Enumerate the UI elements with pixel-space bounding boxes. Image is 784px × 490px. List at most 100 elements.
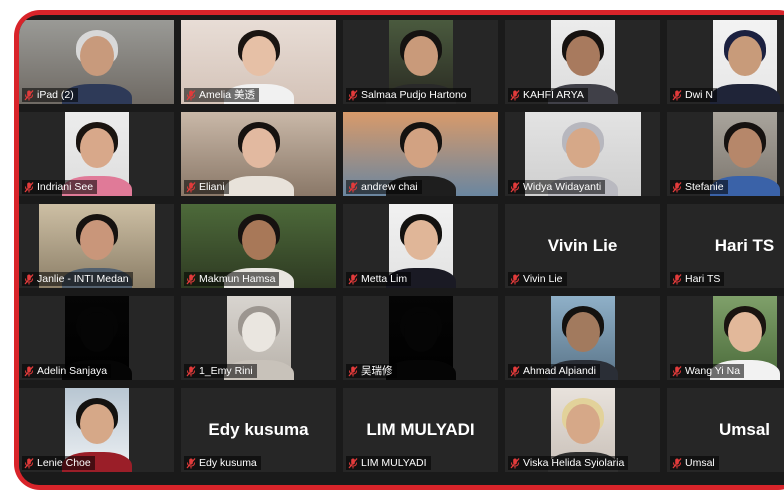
participant-name-label: andrew chai [346, 180, 422, 194]
mic-muted-icon [24, 273, 34, 285]
participant-tile[interactable]: Wang Yi Na [667, 296, 784, 380]
mic-muted-icon [186, 89, 196, 101]
participant-face [728, 128, 762, 168]
participant-tile[interactable]: Ahmad Alpiandi [505, 296, 660, 380]
participant-tile[interactable]: Amelia 美透 [181, 20, 336, 104]
mic-muted-icon [348, 89, 358, 101]
participant-display-name: Edy kusuma [208, 420, 309, 439]
participant-tile[interactable]: Widya Widayanti [505, 112, 660, 196]
participant-face [566, 128, 600, 168]
participant-name: Indriani See [37, 181, 94, 193]
mic-muted-icon [24, 365, 34, 377]
participant-name: Umsal [685, 457, 715, 469]
participant-name-label: Wang Yi Na [670, 364, 745, 378]
participant-tile[interactable]: Salmaa Pudjo Hartono [343, 20, 498, 104]
participant-display-name: Hari TS [714, 236, 775, 255]
mic-muted-icon [348, 273, 358, 285]
participant-tile[interactable]: Viska Helida Syiolaria [505, 388, 660, 472]
participant-face [728, 36, 762, 76]
participant-name-label: Stefanie [670, 180, 728, 194]
participant-face [241, 220, 276, 260]
participant-name-label: Indriani See [22, 180, 98, 194]
participant-name: Hari TS [685, 273, 721, 285]
mic-muted-icon [186, 273, 196, 285]
participant-name: Salmaa Pudjo Hartono [361, 89, 467, 101]
participant-name-label: LIM MULYADI [346, 456, 431, 470]
participant-face [404, 312, 438, 352]
participant-name-label: KAHFI ARYA [508, 88, 588, 102]
participant-name: Wang Yi Na [685, 365, 741, 377]
participant-face [80, 404, 114, 444]
participant-face [80, 312, 114, 352]
mic-muted-icon [672, 273, 682, 285]
participant-name: Viska Helida Syiolaria [523, 457, 625, 469]
participant-face [403, 128, 438, 168]
participant-name: Adelin Sanjaya [37, 365, 108, 377]
participant-name: Eliani [199, 181, 225, 193]
participant-tile[interactable]: Hari TS Hari TS [667, 204, 784, 288]
participant-face [241, 128, 276, 168]
mic-muted-icon [348, 181, 358, 193]
participant-name-label: Edy kusuma [184, 456, 261, 470]
participant-video [710, 20, 780, 104]
participant-name-label: Metta Lim [346, 272, 412, 286]
participant-tile[interactable]: 吴瑞修 [343, 296, 498, 380]
participant-tile[interactable]: Eliani [181, 112, 336, 196]
participant-name-label: Salmaa Pudjo Hartono [346, 88, 471, 102]
participant-face [80, 128, 114, 168]
participant-face [566, 404, 600, 444]
mic-muted-icon [510, 181, 520, 193]
mic-muted-icon [186, 365, 196, 377]
participant-name: andrew chai [361, 181, 418, 193]
mic-muted-icon [24, 457, 34, 469]
mic-muted-icon [672, 89, 682, 101]
mic-muted-icon [510, 89, 520, 101]
participant-tile[interactable]: Vivin Lie Vivin Lie [505, 204, 660, 288]
participant-video [386, 296, 456, 380]
participant-tile[interactable]: Umsal Umsal [667, 388, 784, 472]
participant-tile[interactable]: Adelin Sanjaya [19, 296, 174, 380]
participant-face [79, 36, 114, 76]
participant-name: KAHFI ARYA [523, 89, 584, 101]
participant-tile[interactable]: Metta Lim [343, 204, 498, 288]
mic-muted-icon [348, 365, 358, 377]
participant-name: Vivin Lie [523, 273, 563, 285]
participant-name: Metta Lim [361, 273, 408, 285]
participant-tile[interactable]: Stefanie [667, 112, 784, 196]
participant-name: Makmun Hamsa [199, 273, 276, 285]
participant-tile[interactable]: LIM MULYADI LIM MULYADI [343, 388, 498, 472]
participant-tile[interactable]: Makmun Hamsa [181, 204, 336, 288]
participant-name: Janlie - INTI Medan [37, 273, 129, 285]
participant-name-label: Umsal [670, 456, 719, 470]
participant-tile[interactable]: 1_Emy Rini [181, 296, 336, 380]
participant-face [566, 312, 600, 352]
participant-name-label: Dwi N [670, 88, 717, 102]
participant-name-label: Lenie Choe [22, 456, 95, 470]
participant-grid: iPad (2) Amelia 美透 Salmaa Pudjo Hartono … [19, 20, 784, 472]
participant-body [223, 176, 294, 196]
participant-tile[interactable]: Edy kusuma Edy kusuma [181, 388, 336, 472]
meeting-gallery-view: iPad (2) Amelia 美透 Salmaa Pudjo Hartono … [19, 15, 784, 485]
participant-tile[interactable]: Indriani See [19, 112, 174, 196]
participant-name-label: Amelia 美透 [184, 88, 260, 102]
participant-name: Lenie Choe [37, 457, 91, 469]
participant-tile[interactable]: Lenie Choe [19, 388, 174, 472]
participant-tile[interactable]: iPad (2) [19, 20, 174, 104]
participant-name-label: Viska Helida Syiolaria [508, 456, 629, 470]
mic-muted-icon [186, 457, 196, 469]
mic-muted-icon [510, 365, 520, 377]
participant-name-label: iPad (2) [22, 88, 78, 102]
mic-muted-icon [186, 181, 196, 193]
participant-name-label: Widya Widayanti [508, 180, 606, 194]
participant-name: iPad (2) [37, 89, 74, 101]
participant-name: Amelia 美透 [199, 89, 256, 101]
participant-tile[interactable]: Dwi N [667, 20, 784, 104]
participant-tile[interactable]: KAHFI ARYA [505, 20, 660, 104]
participant-tile[interactable]: andrew chai [343, 112, 498, 196]
mic-muted-icon [672, 457, 682, 469]
participant-name: Widya Widayanti [523, 181, 602, 193]
participant-name-label: 吴瑞修 [346, 364, 397, 378]
participant-face [80, 220, 114, 260]
participant-name-label: 1_Emy Rini [184, 364, 257, 378]
participant-tile[interactable]: Janlie - INTI Medan [19, 204, 174, 288]
